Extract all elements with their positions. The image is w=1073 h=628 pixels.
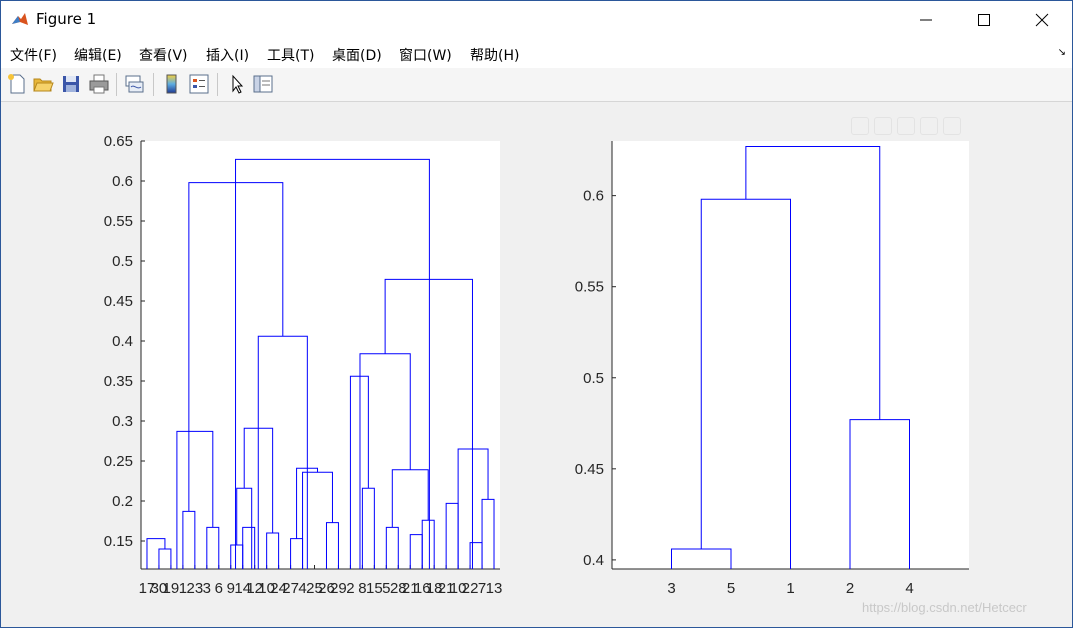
y-tick-label: 0.4 bbox=[112, 333, 133, 350]
y-tick-label: 0.25 bbox=[104, 453, 133, 470]
x-tick-label: 6 bbox=[215, 580, 223, 597]
y-tick-label: 0.3 bbox=[112, 413, 133, 430]
y-tick-label: 0.45 bbox=[104, 293, 133, 310]
y-tick-label: 0.55 bbox=[575, 279, 604, 296]
x-tick-label: 1 bbox=[786, 580, 794, 597]
y-tick-label: 0.45 bbox=[575, 461, 604, 478]
x-tick-label: 15 bbox=[366, 580, 383, 597]
y-tick-label: 0.5 bbox=[112, 253, 133, 270]
y-tick-label: 0.2 bbox=[112, 493, 133, 510]
y-tick-label: 0.5 bbox=[583, 370, 604, 387]
x-tick-label: 3 bbox=[667, 580, 675, 597]
y-tick-label: 0.35 bbox=[104, 373, 133, 390]
x-tick-label: 3 bbox=[203, 580, 211, 597]
x-tick-label: 2 bbox=[346, 580, 354, 597]
figure-plots: 0.150.20.250.30.350.40.450.50.550.60.651… bbox=[104, 133, 969, 597]
x-tick-label: 2 bbox=[846, 580, 854, 597]
y-tick-label: 0.65 bbox=[104, 133, 133, 150]
y-tick-label: 0.6 bbox=[583, 188, 604, 205]
x-tick-label: 5 bbox=[727, 580, 735, 597]
x-tick-label: 22 bbox=[462, 580, 479, 597]
y-tick-label: 0.55 bbox=[104, 213, 133, 230]
watermark: https://blog.csdn.net/Hetcecr bbox=[862, 600, 1027, 615]
x-tick-label: 27 bbox=[282, 580, 299, 597]
x-tick-label: 29 bbox=[330, 580, 347, 597]
y-tick-label: 0.15 bbox=[104, 533, 133, 550]
dendrogram-axes-2: 0.4 0.45 0.5 0.55 0.6 3 5 1 2 4 bbox=[575, 141, 969, 597]
x-tick-label: 13 bbox=[486, 580, 503, 597]
x-tick-label: 4 bbox=[905, 580, 913, 597]
dendrogram-axes-1: 0.15 0.2 0.25 0.3 0.35 0.4 0.45 0.5 0.55 0.6 0.65 1… bbox=[104, 133, 503, 597]
y-tick-label: 0.4 bbox=[583, 552, 604, 569]
y-tick-label: 0.6 bbox=[112, 173, 133, 190]
x-tick-label: 23 bbox=[187, 580, 204, 597]
x-tick-label: 19 bbox=[163, 580, 180, 597]
